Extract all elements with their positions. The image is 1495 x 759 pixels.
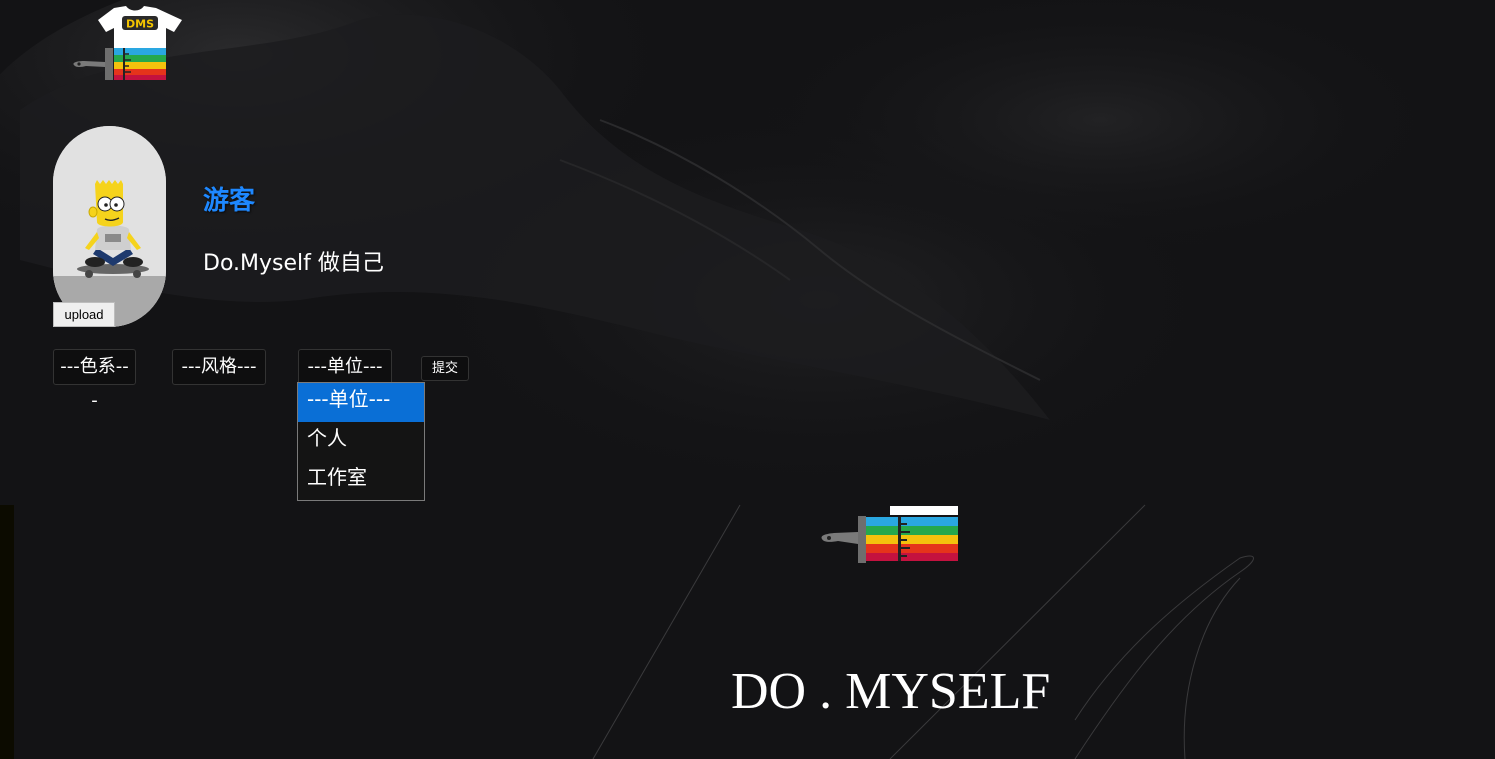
unit-dropdown-list: ---单位--- 个人 工作室 bbox=[297, 382, 425, 501]
left-edge-strip bbox=[0, 505, 14, 759]
unit-option[interactable]: 个人 bbox=[298, 422, 424, 461]
page: DMS upload 游客 Do.Myself 做自己 ---色系--- ---… bbox=[0, 0, 1495, 759]
avatar bbox=[53, 126, 166, 327]
unit-option[interactable]: 工作室 bbox=[298, 461, 424, 500]
paint-brush-icon bbox=[821, 506, 958, 563]
submit-button[interactable]: 提交 bbox=[421, 356, 469, 381]
logo-shirt-text: DMS bbox=[126, 18, 154, 31]
brush-tshirt-logo-icon[interactable]: DMS bbox=[70, 4, 186, 84]
style-select[interactable]: ---风格--- bbox=[172, 349, 266, 385]
user-bio: Do.Myself 做自己 bbox=[203, 251, 384, 276]
username: 游客 bbox=[203, 186, 256, 216]
cartoon-avatar-icon bbox=[53, 126, 166, 327]
unit-select[interactable]: ---单位--- bbox=[298, 349, 392, 385]
brand-title: DO . MYSELF bbox=[731, 663, 1051, 720]
unit-option[interactable]: ---单位--- bbox=[298, 383, 424, 422]
upload-button[interactable]: upload bbox=[53, 302, 115, 327]
color-select[interactable]: ---色系--- bbox=[53, 349, 136, 411]
